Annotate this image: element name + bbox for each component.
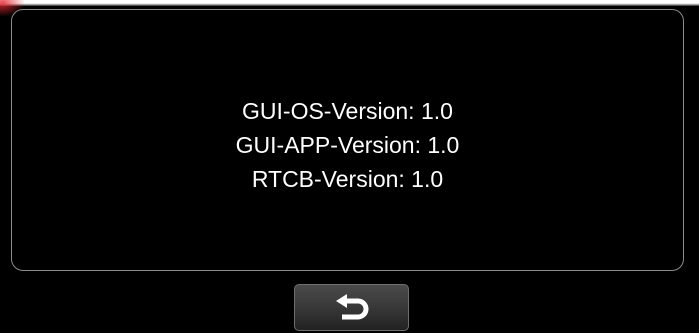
screen: GUI-OS-Version: 1.0 GUI-APP-Version: 1.0… bbox=[0, 0, 699, 333]
back-button[interactable] bbox=[294, 284, 409, 331]
version-info-panel: GUI-OS-Version: 1.0 GUI-APP-Version: 1.0… bbox=[11, 9, 684, 271]
return-arrow-icon bbox=[333, 294, 371, 322]
top-edge-strip bbox=[0, 0, 699, 6]
gui-app-version-text: GUI-APP-Version: 1.0 bbox=[235, 132, 460, 158]
version-list: GUI-OS-Version: 1.0 GUI-APP-Version: 1.0… bbox=[12, 94, 683, 196]
gui-os-version-text: GUI-OS-Version: 1.0 bbox=[242, 98, 453, 124]
rtcb-version-text: RTCB-Version: 1.0 bbox=[251, 166, 444, 192]
